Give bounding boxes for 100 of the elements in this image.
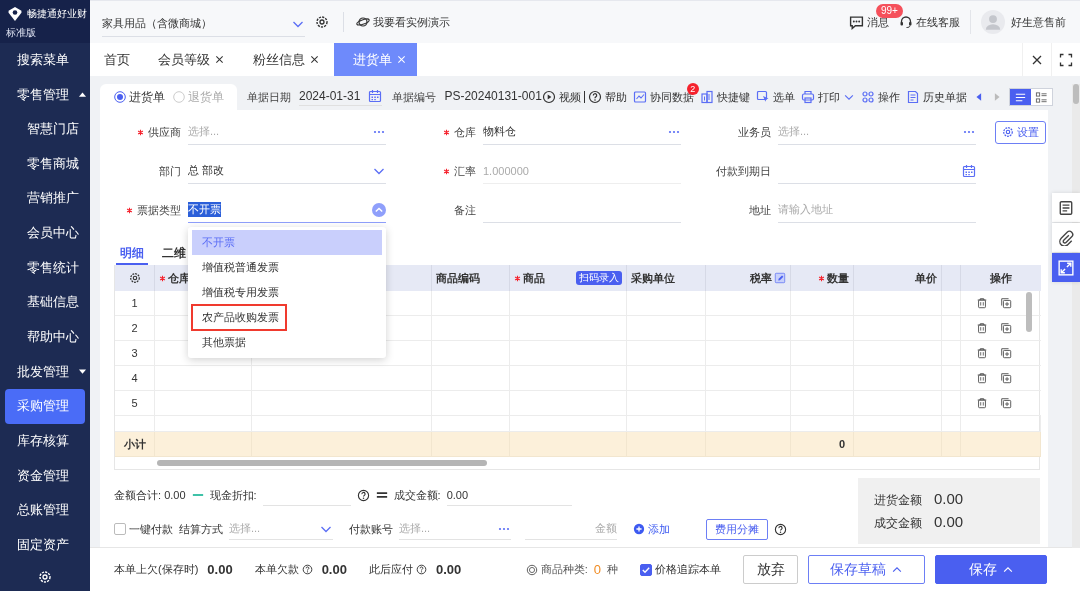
checkbox[interactable]: 一键付款	[114, 521, 173, 537]
save-button[interactable]: 保存	[935, 555, 1047, 584]
settings-button[interactable]: 设置	[995, 120, 1046, 144]
settings-icon	[1002, 126, 1014, 138]
field-label: 部门	[158, 163, 182, 179]
sidebar-item[interactable]: 固定资产	[0, 527, 85, 563]
sidebar-item[interactable]: 会员中心	[0, 215, 85, 251]
toolbar-button[interactable]: 打印	[800, 89, 855, 105]
document-number: PS-20240131-001	[444, 89, 542, 105]
planet-icon	[356, 15, 370, 29]
help-icon[interactable]	[415, 564, 427, 575]
more-icon[interactable]	[962, 129, 976, 134]
tab[interactable]: 会员等级	[144, 43, 239, 76]
field-label: 成交金额:	[393, 487, 441, 503]
edit-icon[interactable]	[774, 272, 786, 284]
dropdown-option[interactable]: 其他票据	[192, 330, 382, 355]
delete-icon[interactable]	[976, 372, 988, 384]
toolbar-button[interactable]: 历史单据	[905, 89, 967, 105]
sidebar-item[interactable]: 营销推广	[0, 181, 85, 216]
sidebar-item[interactable]: 基础信息	[0, 285, 85, 320]
input-field[interactable]: 总 部改	[188, 158, 386, 184]
sidebar-item[interactable]: 总账管理	[0, 492, 85, 528]
copy-icon[interactable]	[1000, 322, 1012, 334]
checkbox[interactable]: 价格追踪本单	[640, 562, 721, 577]
scrollbar[interactable]	[157, 460, 487, 466]
sidebar-item[interactable]: 资金管理	[0, 458, 85, 493]
toolbar-button[interactable]: 操作	[860, 89, 900, 105]
column-header: 税率	[750, 270, 772, 286]
stat-label: 本单上欠(保存时)	[114, 562, 199, 577]
scan-tag[interactable]: 扫码录入	[576, 271, 622, 285]
row-number: 4	[115, 366, 155, 391]
tab[interactable]: 首页	[90, 43, 144, 76]
input-field[interactable]: 不开票	[188, 197, 386, 223]
scrollbar[interactable]	[1026, 292, 1032, 332]
equals-icon	[375, 489, 388, 501]
cost-split-button[interactable]: 费用分摊	[706, 518, 768, 540]
field-label: 仓库	[395, 124, 483, 140]
side-tool-button[interactable]	[1052, 253, 1080, 282]
discard-button[interactable]: 放弃	[743, 555, 798, 584]
copy-icon[interactable]	[1000, 347, 1012, 359]
add-button[interactable]: 添加	[633, 521, 670, 537]
date-field[interactable]: 2024-01-31	[299, 88, 383, 106]
sidebar-item[interactable]: 智慧门店	[0, 111, 85, 147]
more-icon[interactable]	[372, 129, 386, 134]
coin-icon	[525, 563, 538, 576]
field-label: 结算方式	[179, 521, 223, 537]
radio-option[interactable]: 进货单	[114, 88, 165, 106]
side-tool-button[interactable]	[1052, 223, 1080, 252]
sidebar-item[interactable]: 零售统计	[0, 250, 85, 286]
store-select[interactable]: 家具用品（含微商城）	[102, 11, 305, 37]
toolbar-button[interactable]: 快捷键	[699, 89, 750, 105]
close-icon[interactable]	[309, 54, 320, 65]
user-name[interactable]: 好生意售前	[1011, 14, 1066, 30]
delete-icon[interactable]	[976, 347, 988, 359]
dropdown-option[interactable]: 增值税普通发票	[192, 255, 382, 280]
stat-value: 0.00	[207, 562, 233, 577]
more-icon[interactable]	[667, 129, 681, 134]
side-tool-button[interactable]	[1052, 193, 1080, 222]
help-icon[interactable]	[301, 564, 313, 575]
copy-icon[interactable]	[1000, 297, 1012, 309]
view-toggle[interactable]	[1030, 89, 1052, 105]
field-label: 供应商	[100, 124, 188, 140]
copy-icon[interactable]	[1000, 397, 1012, 409]
view-toggle[interactable]	[1009, 89, 1031, 105]
input-field[interactable]: 物料仓	[483, 119, 681, 145]
settings-icon[interactable]	[315, 15, 329, 29]
sidebar-item[interactable]: 零售商城	[0, 146, 85, 182]
copy-icon[interactable]	[1000, 372, 1012, 384]
delete-icon[interactable]	[976, 397, 988, 409]
delete-icon[interactable]	[976, 322, 988, 334]
sidebar-item[interactable]: 零售管理	[0, 77, 85, 112]
demo-link[interactable]: 我要看实例演示	[356, 14, 450, 30]
sidebar-item[interactable]: 搜索菜单	[0, 42, 85, 78]
total-label: 进货金额	[874, 492, 922, 509]
sidebar-item[interactable]: 批发管理	[0, 354, 85, 389]
sidebar-item[interactable]: 库存核算	[0, 423, 85, 459]
scrollbar[interactable]	[1073, 84, 1079, 104]
unit-label: 种	[607, 562, 618, 577]
dropdown-option[interactable]: 农产品收购发票	[192, 305, 286, 330]
sidebar-item[interactable]: 帮助中心	[0, 319, 85, 355]
deal-amount-field[interactable]: 0.00	[446, 484, 572, 506]
expand-icon	[1058, 259, 1074, 276]
sidebar-item[interactable]: 采购管理	[5, 389, 85, 424]
tab[interactable]: 粉丝信息	[239, 43, 334, 76]
chat-icon	[849, 14, 864, 30]
toolbar-button[interactable]: 帮助	[587, 89, 627, 105]
field-label: 地址	[748, 202, 772, 218]
delete-icon[interactable]	[976, 297, 988, 309]
dropdown-option[interactable]: 增值税专用发票	[192, 280, 382, 305]
required-icon	[514, 274, 521, 282]
stat-label: 此后应付	[368, 562, 413, 577]
tab[interactable]: 二维	[158, 243, 190, 265]
save-draft-button[interactable]: 保存草稿	[808, 555, 925, 584]
toolbar-button[interactable]: 视频	[541, 89, 581, 105]
help-icon[interactable]	[774, 522, 787, 536]
more-icon[interactable]	[497, 526, 511, 531]
toolbar-button[interactable]: 选单	[755, 89, 795, 105]
settings-icon[interactable]	[128, 272, 141, 284]
help-icon[interactable]	[356, 488, 370, 502]
close-icon[interactable]	[214, 54, 225, 65]
